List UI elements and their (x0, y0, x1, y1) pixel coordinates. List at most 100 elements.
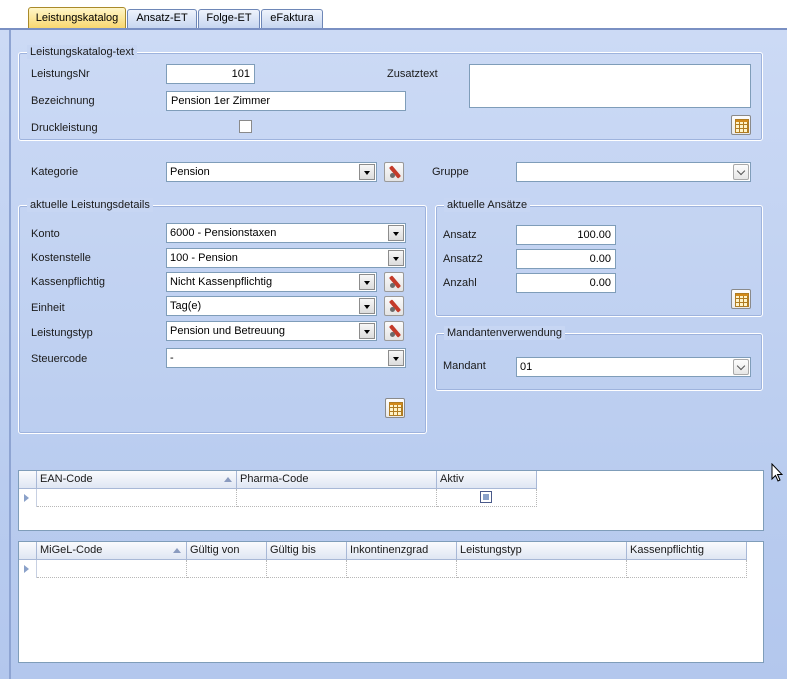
column-header-gueltig-von[interactable]: Gültig von (187, 542, 267, 560)
column-header-pharma-code[interactable]: Pharma-Code (237, 471, 437, 489)
tab-bar: Leistungskatalog Ansatz-ET Folge-ET eFak… (0, 0, 787, 29)
grid-cell-kassenpflichtig[interactable] (627, 560, 747, 578)
edit-icon[interactable] (384, 321, 404, 341)
column-header-label: Pharma-Code (240, 473, 309, 485)
bezeichnung-label: Bezeichnung (31, 95, 95, 107)
column-header-label: Aktiv (440, 473, 464, 485)
grid-cell-leistungstyp[interactable] (457, 560, 627, 578)
steuercode-label: Steuercode (31, 353, 88, 365)
tab-leistungskatalog[interactable]: Leistungskatalog (28, 7, 126, 29)
tab-ansatz-et[interactable]: Ansatz-ET (127, 9, 197, 28)
column-header-kassenpflichtig[interactable]: Kassenpflichtig (627, 542, 747, 560)
tab-label: eFaktura (270, 12, 314, 24)
column-header-label: EAN-Code (40, 473, 93, 485)
dropdown-arrow-icon[interactable] (388, 250, 404, 266)
sort-ascending-icon (224, 477, 232, 482)
einheit-value: Tag(e) (170, 300, 202, 312)
leistungsdetails-group-title: aktuelle Leistungsdetails (27, 198, 153, 212)
anzahl-label: Anzahl (443, 277, 477, 289)
aktiv-checkbox[interactable] (480, 491, 492, 503)
column-header-inkontinenzgrad[interactable]: Inkontinenzgrad (347, 542, 457, 560)
dropdown-arrow-icon[interactable] (359, 323, 375, 339)
konto-value: 6000 - Pensionstaxen (170, 227, 277, 239)
column-header-label: Kassenpflichtig (630, 544, 704, 556)
grid-corner-header (19, 471, 37, 489)
druckleistung-checkbox[interactable] (239, 120, 252, 133)
dropdown-arrow-icon[interactable] (388, 225, 404, 241)
column-header-label: Gültig von (190, 544, 240, 556)
tab-label: Leistungskatalog (35, 12, 119, 24)
leistungstyp-select[interactable]: Pension und Betreuung (166, 321, 377, 341)
tab-folge-et[interactable]: Folge-ET (198, 9, 260, 28)
kassenpflichtig-value: Nicht Kassenpflichtig (170, 276, 273, 288)
grid-cell-pharma-code[interactable] (237, 489, 437, 507)
column-header-aktiv[interactable]: Aktiv (437, 471, 537, 489)
migel-grid[interactable]: MiGeL-Code Gültig von Gültig bis Inkonti… (18, 541, 764, 663)
steuercode-select[interactable]: - (166, 348, 406, 368)
grid-cell-gueltig-bis[interactable] (267, 560, 347, 578)
dropdown-arrow-icon[interactable] (359, 274, 375, 290)
kassenpflichtig-select[interactable]: Nicht Kassenpflichtig (166, 272, 377, 292)
column-header-migel-code[interactable]: MiGeL-Code (37, 542, 187, 560)
dropdown-arrow-icon[interactable] (359, 298, 375, 314)
gruppe-label: Gruppe (432, 166, 469, 178)
zusatztext-input[interactable] (469, 64, 751, 108)
leistungstyp-label: Leistungstyp (31, 327, 93, 339)
grid-cell-inkontinenzgrad[interactable] (347, 560, 457, 578)
grid-picker-icon[interactable] (385, 398, 405, 418)
kategorie-label: Kategorie (31, 166, 79, 178)
row-indicator-icon[interactable] (19, 560, 37, 578)
mandant-value: 01 (520, 361, 533, 373)
dropdown-arrow-icon[interactable] (359, 164, 375, 180)
grid-cell-gueltig-von[interactable] (187, 560, 267, 578)
dropdown-arrow-icon[interactable] (388, 350, 404, 366)
grid-cell-aktiv[interactable] (437, 489, 537, 507)
leistungsnr-label: LeistungsNr (31, 68, 90, 80)
dropdown-arrow-icon[interactable] (733, 359, 749, 375)
kostenstelle-value: 100 - Pension (170, 252, 238, 264)
mandant-select[interactable]: 01 (516, 357, 751, 377)
zusatztext-label: Zusatztext (387, 68, 438, 80)
einheit-label: Einheit (31, 302, 65, 314)
grid-corner-header (19, 542, 37, 560)
gruppe-select[interactable] (516, 162, 751, 182)
column-header-ean-code[interactable]: EAN-Code (37, 471, 237, 489)
grid-picker-icon[interactable] (731, 289, 751, 309)
sort-ascending-icon (173, 548, 181, 553)
grid-cell-migel-code[interactable] (37, 560, 187, 578)
mandant-label: Mandant (443, 360, 486, 372)
column-header-label: Leistungstyp (460, 544, 522, 556)
ansatz2-input[interactable]: 0.00 (516, 249, 616, 269)
column-header-label: Inkontinenzgrad (350, 544, 429, 556)
mandanten-group-title: Mandantenverwendung (444, 326, 565, 340)
column-header-label: MiGeL-Code (40, 544, 103, 556)
grid-cell-ean-code[interactable] (37, 489, 237, 507)
kostenstelle-select[interactable]: 100 - Pension (166, 248, 406, 268)
kategorie-select[interactable]: Pension (166, 162, 377, 182)
grid-picker-icon[interactable] (731, 115, 751, 135)
column-header-label: Gültig bis (270, 544, 316, 556)
edit-icon[interactable] (384, 162, 404, 182)
column-header-gueltig-bis[interactable]: Gültig bis (267, 542, 347, 560)
tab-label: Ansatz-ET (136, 12, 188, 24)
ansatz2-label: Ansatz2 (443, 253, 483, 265)
ansatz-input[interactable]: 100.00 (516, 225, 616, 245)
kategorie-value: Pension (170, 166, 210, 178)
edit-icon[interactable] (384, 296, 404, 316)
mouse-pointer-icon (771, 463, 783, 482)
druckleistung-label: Druckleistung (31, 122, 98, 134)
row-indicator-icon[interactable] (19, 489, 37, 507)
ansaetze-group-title: aktuelle Ansätze (444, 198, 531, 212)
bezeichnung-input[interactable]: Pension 1er Zimmer (166, 91, 406, 111)
einheit-select[interactable]: Tag(e) (166, 296, 377, 316)
anzahl-input[interactable]: 0.00 (516, 273, 616, 293)
konto-select[interactable]: 6000 - Pensionstaxen (166, 223, 406, 243)
kostenstelle-label: Kostenstelle (31, 252, 91, 264)
leistungsnr-input[interactable]: 101 (166, 64, 255, 84)
ean-grid[interactable]: EAN-Code Pharma-Code Aktiv (18, 470, 764, 531)
dropdown-arrow-icon[interactable] (733, 164, 749, 180)
panel-left-edge (9, 30, 11, 679)
tab-efaktura[interactable]: eFaktura (261, 9, 323, 28)
edit-icon[interactable] (384, 272, 404, 292)
column-header-leistungstyp[interactable]: Leistungstyp (457, 542, 627, 560)
